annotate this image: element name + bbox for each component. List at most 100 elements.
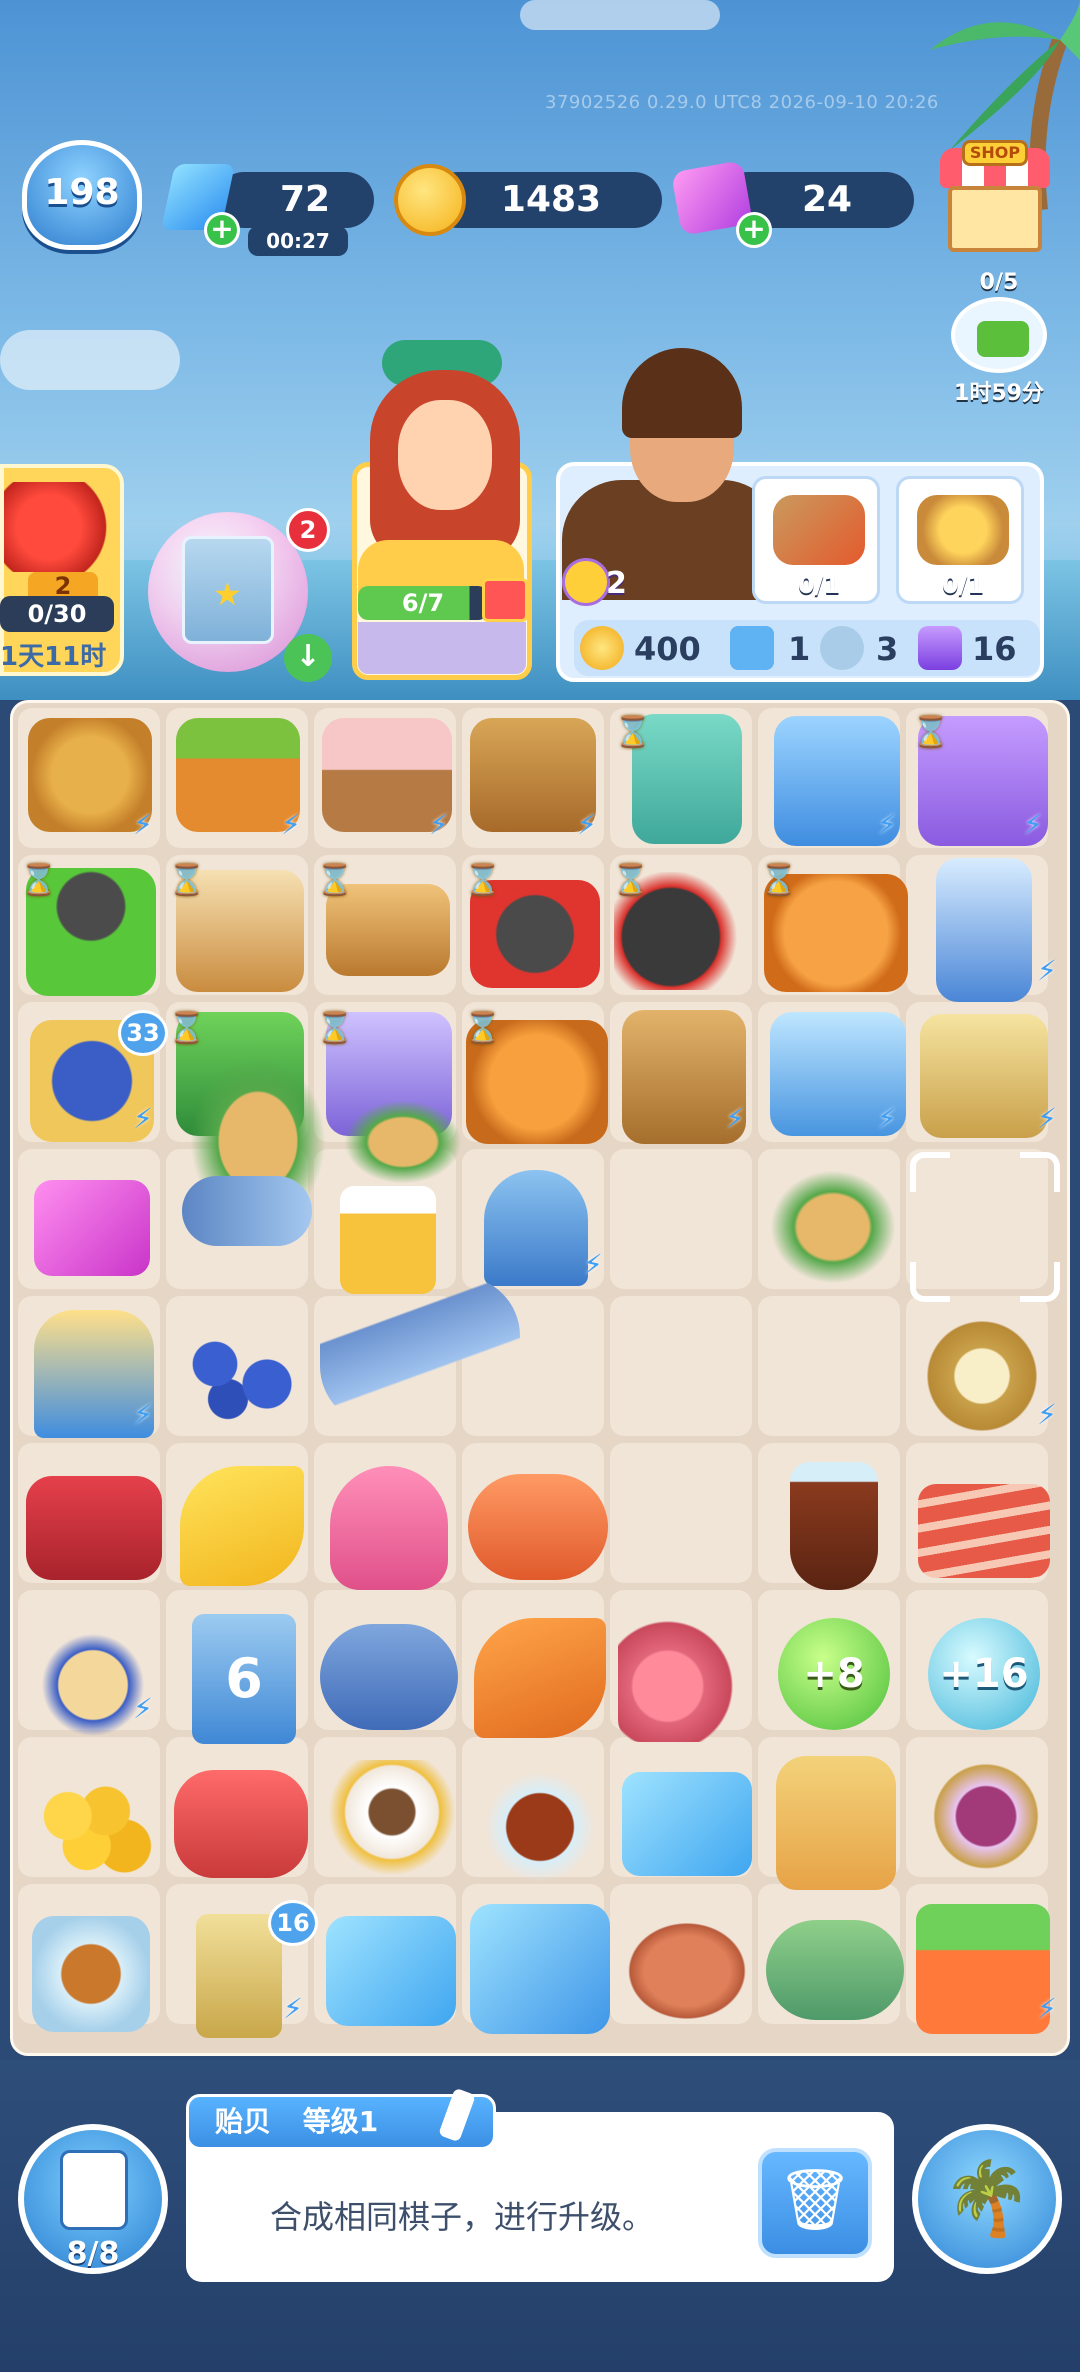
delivery-progress: 0/5 [979, 270, 1019, 295]
storage-box-generator[interactable] [920, 1014, 1048, 1138]
energy-bolt-icon: ⚡ [281, 808, 301, 841]
hourglass-icon: ⌛ [316, 863, 354, 898]
shop-sign: SHOP [962, 140, 1028, 166]
energy-bolt-icon: ⚡ [133, 808, 153, 841]
tequila-bottle-item[interactable] [776, 1756, 896, 1890]
fish-pair-item[interactable] [320, 1276, 520, 1426]
player-level-badge[interactable]: 198 [22, 140, 142, 250]
steak-item[interactable] [174, 1770, 308, 1878]
board-cell[interactable] [610, 1296, 752, 1436]
add-energy-button[interactable]: + [204, 212, 240, 248]
order-request-count: 0/1 [797, 571, 841, 599]
shrimp-item[interactable] [468, 1474, 608, 1580]
trash-icon: 🗑 [776, 2165, 854, 2235]
inventory-fridge-button[interactable]: 8/8 [18, 2124, 168, 2274]
collect-arrow-icon[interactable]: ↓ [284, 634, 332, 682]
order-request-item[interactable]: 0/1 [896, 476, 1024, 604]
ice-chunk-item[interactable] [470, 1904, 610, 2034]
energy-bolt-icon: ⚡ [1023, 808, 1043, 841]
stone-arch-item[interactable] [484, 1170, 588, 1286]
coin-value: 1483 [500, 179, 602, 220]
cloud [520, 0, 720, 30]
customer-girl-progress: 6/7 [358, 586, 488, 620]
energy-bolt-icon: ⚡ [1037, 1992, 1057, 2025]
board-cell[interactable] [610, 1443, 752, 1583]
energy-bolt-icon: ⚡ [1037, 1102, 1057, 1135]
basket-pot-count-badge: 33 [118, 1010, 168, 1056]
energy-orb-16[interactable]: +16 [928, 1618, 1040, 1730]
squid-item[interactable] [330, 1466, 448, 1590]
hourglass-icon: ⌛ [316, 1011, 354, 1046]
shop-button[interactable]: SHOP [940, 140, 1050, 254]
corn-kernels-item[interactable] [30, 1776, 156, 1876]
sauce-bowl-item[interactable] [480, 1770, 600, 1884]
cloud [0, 330, 180, 390]
energy-orb-8[interactable]: +8 [778, 1618, 890, 1730]
add-gems-button[interactable]: + [736, 212, 772, 248]
crab-item[interactable] [620, 1916, 754, 2026]
item-level: 等级1 [302, 2105, 379, 2138]
reward-tornado: 3 [876, 630, 899, 668]
event-timer: 1天11时 [0, 642, 107, 672]
caramel-jar-item[interactable] [32, 1916, 150, 2032]
onion-item[interactable] [922, 1756, 1050, 1890]
hourglass-icon: ⌛ [464, 863, 502, 898]
hair [622, 348, 742, 438]
ham-item[interactable] [618, 1618, 760, 1742]
energy-value: 72 [279, 179, 331, 220]
delivery-circle [951, 297, 1047, 373]
build-watermark: 37902526 0.29.0 UTC8 2026-09-10 20:26 [545, 92, 939, 113]
gift-icon[interactable] [482, 578, 528, 622]
inventory-count: 8/8 [66, 2236, 120, 2271]
motorcycle-event-card[interactable]: 2 0/30 1天11时 [0, 464, 124, 676]
lighthouse-generator[interactable] [936, 858, 1032, 1002]
blue-fish-item[interactable] [320, 1624, 458, 1730]
ice-cubes-item[interactable] [622, 1772, 752, 1876]
player-level: 198 [44, 172, 120, 213]
mussel-item-selected[interactable] [770, 1170, 896, 1284]
board-cell[interactable] [758, 1296, 900, 1436]
tornado-icon [820, 626, 864, 670]
tea-glass-item[interactable] [790, 1462, 878, 1590]
energy-bolt-icon: ⚡ [877, 1102, 897, 1135]
green-fish-item[interactable] [766, 1920, 904, 2020]
palm-tree-icon: 🌴 [942, 2156, 1032, 2240]
bananas-item[interactable] [180, 1466, 304, 1586]
coffee-cup-item[interactable] [326, 1760, 458, 1890]
calendar-item[interactable]: 6 [192, 1614, 296, 1744]
reward-cards: 1 [788, 630, 811, 668]
vanilla-flower-item[interactable] [916, 1316, 1048, 1436]
order-request-count: 0/1 [941, 571, 985, 599]
raw-ribs-item[interactable] [26, 1476, 162, 1580]
board-cell[interactable] [610, 1149, 752, 1289]
face [398, 400, 492, 510]
energy-bolt-icon: ⚡ [877, 808, 897, 841]
delivery-truck-button[interactable]: 0/5 1时59分 [944, 270, 1054, 406]
order-request-item[interactable]: 0/1 [752, 476, 880, 604]
motorcycle-icon [4, 482, 116, 572]
energy-bolt-icon: ⚡ [577, 808, 597, 841]
ice-block-item[interactable] [326, 1916, 456, 2026]
energy-bolt-icon: ⚡ [429, 808, 449, 841]
energy-bolt-icon: ⚡ [1037, 954, 1057, 987]
gem-value: 24 [801, 179, 853, 220]
hourglass-icon: ⌛ [168, 1011, 206, 1046]
fish-item[interactable] [182, 1176, 312, 1246]
pink-gem-item[interactable] [34, 1180, 150, 1276]
order-likes: 2 [606, 566, 627, 601]
item-name: 贻贝 [215, 2105, 272, 2138]
energy-icon [918, 626, 962, 670]
energy-counter[interactable]: 72 [216, 172, 374, 228]
hourglass-icon: ⌛ [168, 863, 206, 898]
trash-button[interactable]: 🗑 [758, 2148, 872, 2258]
energy-timer: 00:27 [248, 226, 348, 256]
totem-item[interactable] [196, 1914, 282, 2038]
card-pack-icon: ★ [182, 536, 274, 644]
reward-energy: 16 [972, 630, 1017, 668]
bacon-item[interactable] [918, 1484, 1050, 1578]
customer-girl-portrait [360, 330, 530, 560]
island-button[interactable]: 🌴 [912, 2124, 1062, 2274]
carrots-item[interactable] [474, 1618, 606, 1738]
mussel-item[interactable] [344, 1100, 462, 1184]
blueberries-item[interactable] [176, 1324, 306, 1424]
